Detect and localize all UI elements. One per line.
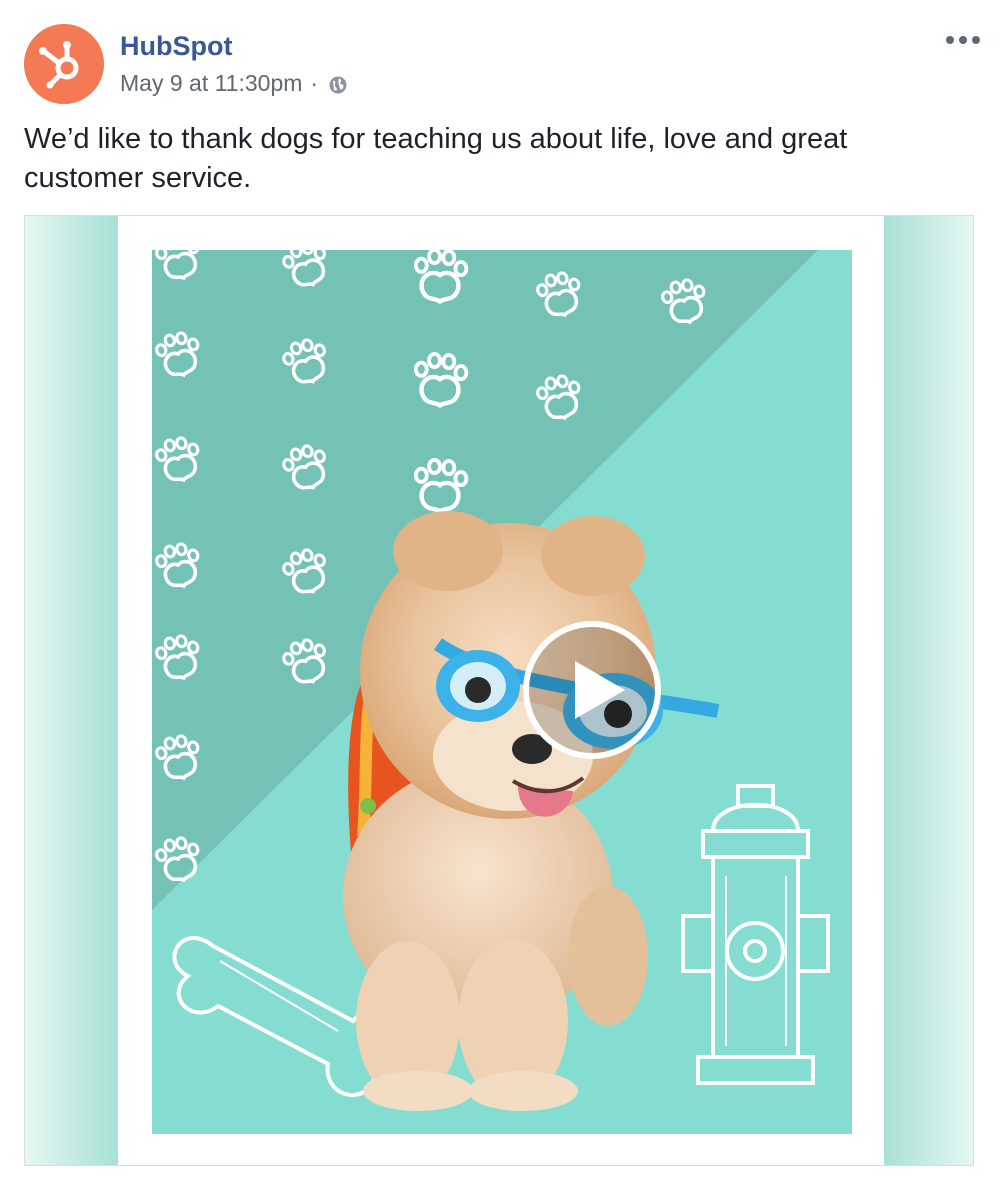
post-header: HubSpot May 9 at 11:30pm · <box>0 0 998 110</box>
video-container[interactable] <box>24 215 974 1166</box>
post-meta: May 9 at 11:30pm · <box>120 69 348 97</box>
page-avatar[interactable] <box>24 24 104 104</box>
more-options-button[interactable] <box>944 26 982 54</box>
video-letterbox-right <box>881 216 973 1165</box>
play-icon <box>523 621 661 759</box>
page-name-link[interactable]: HubSpot <box>120 30 232 62</box>
play-button[interactable] <box>523 621 661 759</box>
post-text: We’d like to thank dogs for teaching us … <box>24 123 848 194</box>
video-thumbnail[interactable] <box>118 216 884 1165</box>
video-letterbox-left <box>25 216 120 1165</box>
meta-separator: · <box>310 70 319 96</box>
post-timestamp[interactable]: May 9 at 11:30pm <box>120 69 302 97</box>
more-options-icon <box>946 36 980 44</box>
globe-icon[interactable] <box>328 73 348 94</box>
hubspot-logo-icon <box>24 24 104 104</box>
